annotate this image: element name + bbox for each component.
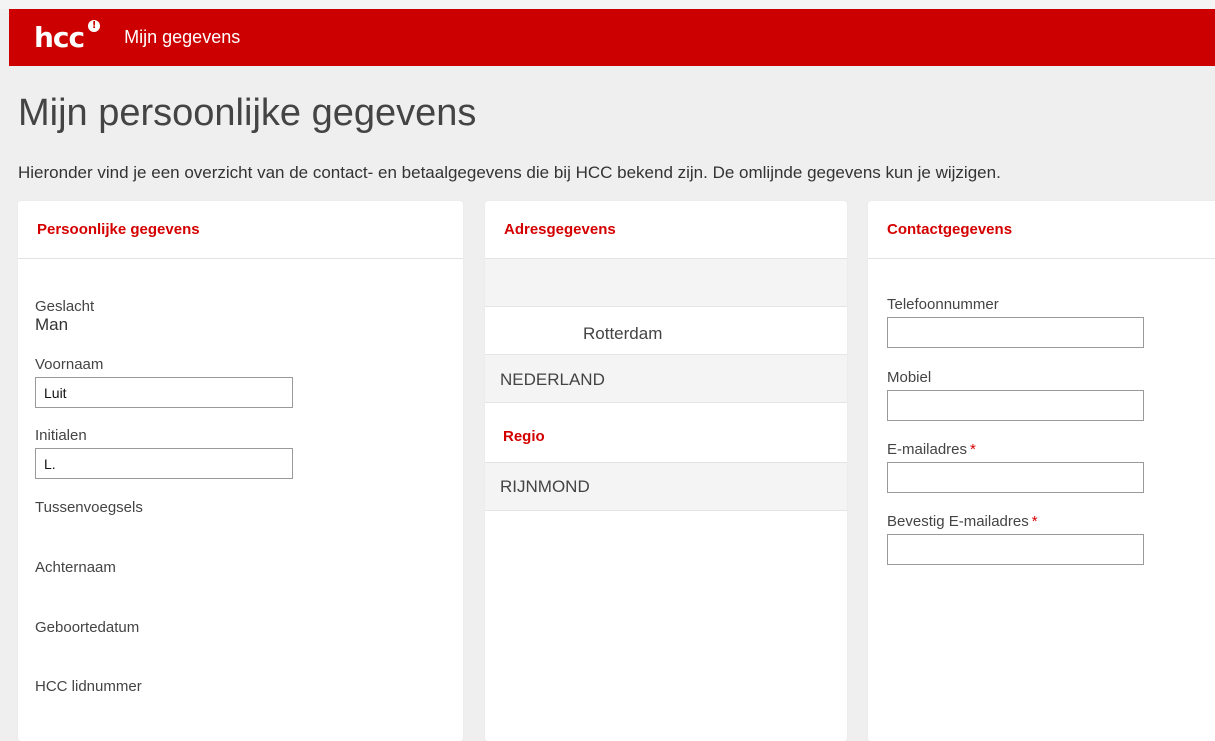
mobile-label: Mobiel xyxy=(887,369,932,386)
country-row: NEDERLAND xyxy=(485,355,847,403)
logo-text: hcc xyxy=(34,20,85,54)
confirm-email-field: Bevestig E-mailadres * xyxy=(887,513,1144,565)
top-strip xyxy=(0,0,1215,9)
initials-input[interactable] xyxy=(35,448,293,479)
logo-badge-icon: ! xyxy=(88,19,101,32)
confirm-email-label-wrap: Bevestig E-mailadres * xyxy=(887,513,1144,530)
email-field: E-mailadres * xyxy=(887,441,1144,493)
mobile-input[interactable] xyxy=(887,390,1144,421)
city-value: Rotterdam xyxy=(583,324,663,343)
region-row: RIJNMOND xyxy=(485,463,847,511)
contact-header: Contactgegevens xyxy=(868,201,1215,259)
birthdate-field: Geboortedatum xyxy=(35,619,139,636)
personal-details-header: Persoonlijke gegevens xyxy=(18,201,463,259)
contact-panel: Contactgegevens Telefoonnummer Mobiel E-… xyxy=(868,201,1215,741)
email-input[interactable] xyxy=(887,462,1144,493)
page-title: Mijn persoonlijke gegevens xyxy=(18,92,477,134)
firstname-field: Voornaam xyxy=(35,356,293,408)
street-row xyxy=(485,259,847,307)
initials-field: Initialen xyxy=(35,427,293,479)
member-number-label: HCC lidnummer xyxy=(35,678,142,695)
region-header-row: Regio xyxy=(485,403,847,463)
gender-field: Geslacht Man xyxy=(35,298,94,335)
intro-text: Hieronder vind je een overzicht van de c… xyxy=(18,163,1001,182)
address-panel: Adresgegevens Rotterdam NEDERLAND Regio … xyxy=(485,201,847,741)
top-navbar: hcc ! Mijn gegevens xyxy=(9,9,1215,66)
region-value: RIJNMOND xyxy=(500,477,590,496)
gender-label: Geslacht xyxy=(35,298,95,315)
address-header: Adresgegevens xyxy=(485,201,847,259)
initials-label: Initialen xyxy=(35,427,87,444)
email-label: E-mailadres xyxy=(887,441,968,458)
nav-link-mijn-gegevens[interactable]: Mijn gegevens xyxy=(124,27,240,48)
hcc-logo[interactable]: hcc ! xyxy=(34,19,101,54)
required-asterisk-icon: * xyxy=(1031,513,1038,530)
phone-label: Telefoonnummer xyxy=(887,296,999,313)
mobile-field: Mobiel xyxy=(887,369,1144,421)
phone-field: Telefoonnummer xyxy=(887,296,1144,348)
confirm-email-input[interactable] xyxy=(887,534,1144,565)
firstname-input[interactable] xyxy=(35,377,293,408)
member-number-field: HCC lidnummer xyxy=(35,678,142,695)
infix-label: Tussenvoegsels xyxy=(35,499,143,516)
lastname-label: Achternaam xyxy=(35,559,116,576)
country-value: NEDERLAND xyxy=(500,370,605,389)
personal-details-panel: Persoonlijke gegevens Geslacht Man Voorn… xyxy=(18,201,463,741)
confirm-email-label: Bevestig E-mailadres xyxy=(887,513,1029,530)
birthdate-label: Geboortedatum xyxy=(35,619,140,636)
required-asterisk-icon: * xyxy=(970,441,976,458)
firstname-label: Voornaam xyxy=(35,356,104,373)
lastname-field: Achternaam xyxy=(35,559,116,576)
phone-input[interactable] xyxy=(887,317,1144,348)
region-header: Regio xyxy=(503,428,545,445)
email-label-wrap: E-mailadres * xyxy=(887,441,1144,458)
gender-value: Man xyxy=(35,315,69,334)
city-row: Rotterdam xyxy=(485,307,847,355)
infix-field: Tussenvoegsels xyxy=(35,499,143,516)
